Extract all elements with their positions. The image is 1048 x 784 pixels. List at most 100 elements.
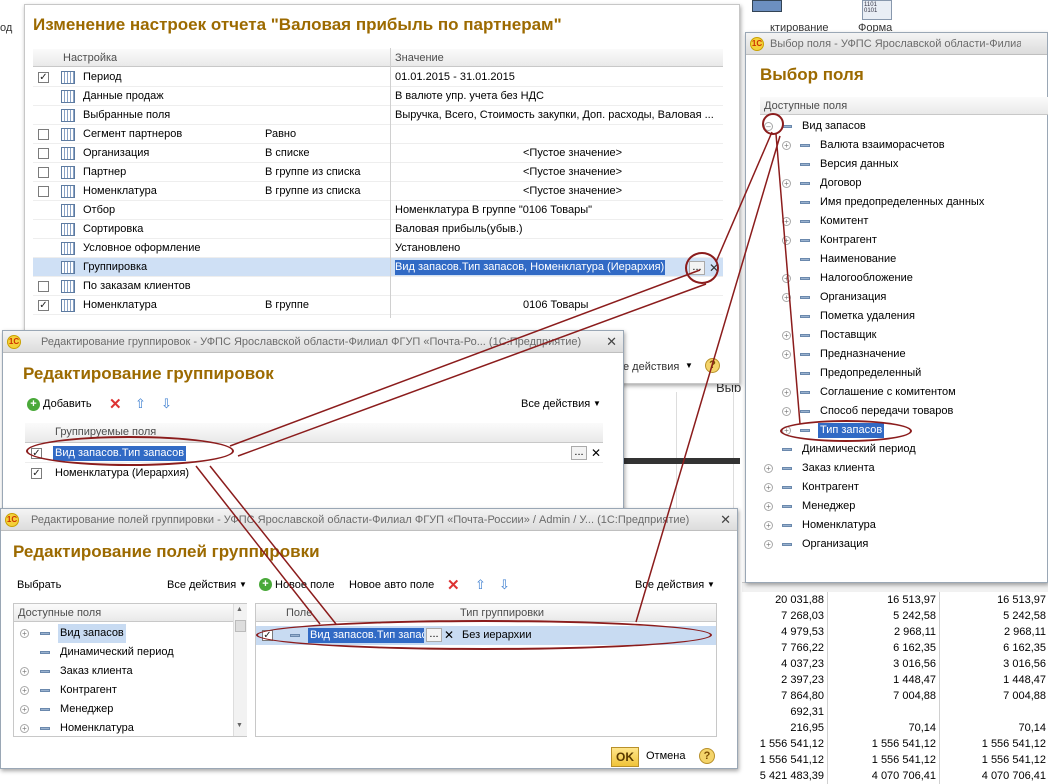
expand-icon[interactable]: + [20, 686, 29, 695]
expand-icon[interactable]: + [782, 236, 791, 245]
scroll-thumb[interactable] [235, 620, 246, 632]
tree-item[interactable]: + Поставщик [760, 326, 1048, 345]
chevron-down-icon[interactable]: ▼ [239, 580, 247, 589]
tree-label[interactable]: Предопределенный [818, 364, 923, 383]
expand-icon[interactable]: + [782, 293, 791, 302]
form-icon[interactable]: 1101 0101 [862, 0, 892, 20]
scroll-down-icon[interactable]: ▼ [236, 722, 243, 729]
move-up-icon[interactable]: ⇧ [135, 396, 146, 412]
cancel-button[interactable]: Отмена [646, 750, 685, 762]
tree-item[interactable]: – Вид запасов [760, 117, 1048, 136]
setting-value[interactable]: Установлено [395, 239, 719, 258]
tree-label[interactable]: Вид запасов [800, 117, 868, 136]
settings-row[interactable]: Сегмент партнеров Равно [33, 125, 723, 144]
setting-value[interactable]: <Пустое значение> [523, 163, 719, 182]
tree-label[interactable]: Поставщик [818, 326, 878, 345]
scrollbar[interactable]: ▲ ▼ [233, 604, 247, 736]
expand-icon[interactable]: + [20, 724, 29, 733]
expand-icon[interactable]: + [764, 464, 773, 473]
setting-value[interactable]: <Пустое значение> [523, 182, 719, 201]
tree-label[interactable]: Менеджер [800, 497, 857, 516]
select-button[interactable]: Выбрать [17, 579, 61, 591]
close-icon[interactable]: ✕ [720, 509, 731, 530]
move-down-icon[interactable]: ⇩ [161, 396, 172, 412]
col-setting[interactable]: Настройка [63, 49, 117, 67]
setting-checkbox[interactable]: ✓ [38, 300, 49, 311]
tree-label[interactable]: Контрагент [818, 231, 879, 250]
scroll-up-icon[interactable]: ▲ [236, 606, 243, 613]
close-icon[interactable]: ✕ [606, 331, 617, 352]
move-up-icon[interactable]: ⇧ [475, 577, 486, 593]
expand-icon[interactable]: + [20, 667, 29, 676]
available-field-item[interactable]: Динамический период [14, 643, 232, 662]
tree-item[interactable]: + Способ передачи товаров [760, 402, 1048, 421]
groupings-row-2[interactable]: ✓ Номенклатура (Иерархия) [25, 464, 603, 483]
setting-value[interactable]: Валовая прибыль(убыв.) [395, 220, 719, 239]
col-value[interactable]: Значение [395, 49, 444, 67]
available-field-label[interactable]: Заказ клиента [58, 662, 135, 681]
available-field-label[interactable]: Контрагент [58, 681, 119, 700]
tree-label[interactable]: Номенклатура [800, 516, 878, 535]
tree-item[interactable]: + Комитент [760, 212, 1048, 231]
setting-condition[interactable]: Равно [265, 125, 391, 144]
expand-icon[interactable]: + [20, 705, 29, 714]
add-icon[interactable]: + [259, 578, 272, 591]
tree-label[interactable]: Способ передачи товаров [818, 402, 955, 421]
setting-value[interactable]: 01.01.2015 - 31.01.2015 [395, 68, 719, 87]
field-window-col[interactable]: Доступные поля [764, 97, 847, 115]
setting-value[interactable]: В валюте упр. учета без НДС [395, 87, 719, 106]
settings-row[interactable]: ✓ Период 01.01.2015 - 31.01.2015 [33, 68, 723, 87]
tree-item[interactable]: + Предназначение [760, 345, 1048, 364]
tree-label[interactable]: Комитент [818, 212, 870, 231]
setting-checkbox[interactable] [38, 148, 49, 159]
expand-icon[interactable]: + [782, 331, 791, 340]
tree-item[interactable]: + Менеджер [760, 497, 1048, 516]
add-button[interactable]: Добавить [43, 398, 92, 410]
available-field-item[interactable]: + Контрагент [14, 681, 232, 700]
right-all-actions[interactable]: Все действия [635, 579, 704, 591]
tree-label[interactable]: Пометка удаления [818, 307, 917, 326]
tree-label[interactable]: Контрагент [800, 478, 861, 497]
groupings-all-actions[interactable]: Все действия [521, 398, 590, 410]
tree-label[interactable]: Организация [800, 535, 870, 554]
tree-label[interactable]: Предназначение [818, 345, 908, 364]
expand-icon[interactable]: + [764, 483, 773, 492]
tree-label[interactable]: Организация [818, 288, 888, 307]
settings-row[interactable]: Отбор Номенклатура В группе "0106 Товары" [33, 201, 723, 220]
setting-checkbox[interactable] [38, 129, 49, 140]
tree-item[interactable]: Динамический период [760, 440, 1048, 459]
available-field-label[interactable]: Менеджер [58, 700, 115, 719]
settings-row[interactable]: Организация В списке <Пустое значение> [33, 144, 723, 163]
available-field-item[interactable]: + Номенклатура [14, 719, 232, 738]
setting-value[interactable]: Номенклатура В группе "0106 Товары" [395, 201, 719, 220]
help-icon[interactable]: ? [699, 748, 715, 764]
available-field-label[interactable]: Номенклатура [58, 719, 136, 738]
settings-row[interactable]: По заказам клиентов [33, 277, 723, 296]
new-auto-field-button[interactable]: Новое авто поле [349, 579, 434, 591]
expand-icon[interactable]: + [782, 407, 791, 416]
expand-icon[interactable]: + [764, 540, 773, 549]
expand-icon[interactable]: + [782, 388, 791, 397]
available-field-item[interactable]: + Вид запасов [14, 624, 232, 643]
tree-label[interactable]: Заказ клиента [800, 459, 877, 478]
monitor-icon[interactable] [752, 0, 782, 12]
expand-icon[interactable]: + [782, 350, 791, 359]
settings-row[interactable]: Условное оформление Установлено [33, 239, 723, 258]
tree-item[interactable]: + Валюта взаиморасчетов [760, 136, 1048, 155]
setting-condition[interactable]: В группе [265, 296, 391, 315]
tree-item[interactable]: Предопределенный [760, 364, 1048, 383]
chevron-down-icon[interactable]: ▼ [593, 399, 601, 408]
tree-item[interactable]: + Номенклатура [760, 516, 1048, 535]
expand-icon[interactable]: + [782, 217, 791, 226]
setting-condition[interactable]: В группе из списка [265, 182, 391, 201]
setting-checkbox[interactable]: ✓ [38, 72, 49, 83]
setting-value[interactable]: Выручка, Всего, Стоимость закупки, Доп. … [395, 106, 719, 125]
grouping-checkbox-2[interactable]: ✓ [31, 468, 42, 479]
tree-label[interactable]: Налогообложение [818, 269, 915, 288]
col-field[interactable]: Поле [286, 604, 312, 622]
tree-label[interactable]: Динамический период [800, 440, 918, 459]
delete-icon[interactable]: ✕ [109, 395, 122, 413]
expand-icon[interactable]: + [782, 179, 791, 188]
setting-value[interactable]: 0106 Товары [523, 296, 719, 315]
tree-item[interactable]: + Контрагент [760, 231, 1048, 250]
